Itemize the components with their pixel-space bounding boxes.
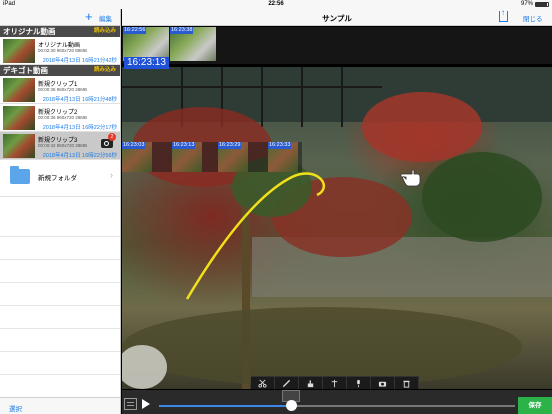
hand-pointer-icon[interactable] bbox=[400, 166, 422, 188]
share-arrow-icon: ↑ bbox=[501, 8, 505, 17]
battery-percent: 97% bbox=[520, 1, 533, 7]
section-title: デキゴト動画 bbox=[3, 66, 48, 75]
camera-lens-icon bbox=[104, 141, 109, 146]
battery-icon bbox=[535, 1, 549, 7]
folder-row[interactable]: 新規フォルダ › bbox=[0, 160, 120, 197]
folder-name: 新規フォルダ bbox=[38, 175, 77, 182]
folder-icon bbox=[10, 166, 30, 184]
section-header-clips: デキゴト動画 読み込み bbox=[0, 65, 120, 76]
video-scene bbox=[122, 67, 552, 389]
clip-meta: 00:00:36 960x720 28MB bbox=[38, 115, 88, 120]
main-editor: サンプル ↑ 閉じる 16:22:56 16:23:38 16:23:03 16… bbox=[122, 9, 552, 414]
camera-icon[interactable] bbox=[371, 377, 395, 389]
clip-meta: 00:02:30 960x720 89MB bbox=[38, 48, 88, 53]
clip-date: 2018年4月13日 16時22分56秒 bbox=[42, 153, 117, 159]
clock: 22:56 bbox=[268, 1, 284, 7]
thumbnail-timestamp: 16:22:56 bbox=[123, 27, 147, 34]
list-item[interactable]: 新規クリップ2 00:00:36 960x720 28MB 2018年4月13日… bbox=[0, 104, 120, 132]
sidebar-nav-bar: + 編集 bbox=[0, 9, 120, 26]
clip-thumbnail bbox=[3, 39, 35, 63]
list-item[interactable]: 新規クリップ1 00:00:36 960x720 28MB 2018年4月13日… bbox=[0, 76, 120, 104]
thumbnail-timestamp: 16:23:13 bbox=[172, 142, 196, 149]
scissors-icon[interactable] bbox=[251, 377, 275, 389]
clip-thumbnail bbox=[3, 78, 35, 102]
import-button[interactable]: 読み込み bbox=[94, 65, 116, 76]
sidebar-toolbar: 選択 bbox=[0, 397, 120, 414]
clip-meta: 00:00:36 960x720 28MB bbox=[38, 87, 88, 92]
clip-thumbnail bbox=[3, 106, 35, 130]
close-button[interactable]: 閉じる bbox=[523, 13, 543, 23]
section-header-original: オリジナル動画 読み込み bbox=[0, 26, 120, 37]
thumbnail-timestamp: 16:23:03 bbox=[122, 142, 146, 149]
clip-meta: 00:00:42 960x720 28MB bbox=[38, 143, 88, 148]
pin-icon[interactable] bbox=[323, 377, 347, 389]
status-bar: iPad 22:56 97% bbox=[0, 0, 552, 9]
page-title: サンプル bbox=[322, 14, 352, 23]
import-button[interactable]: 読み込み bbox=[94, 26, 116, 37]
timeline-scrubber[interactable] bbox=[159, 405, 515, 407]
trash-icon[interactable] bbox=[395, 377, 419, 389]
playback-bar bbox=[122, 390, 552, 414]
list-item-selected[interactable]: 新規クリップ3 00:00:42 960x720 28MB 2018年4月13日… bbox=[0, 132, 120, 160]
add-icon[interactable]: + bbox=[85, 9, 93, 25]
thumbnail-timestamp: 16:23:33 bbox=[268, 142, 292, 149]
select-button[interactable]: 選択 bbox=[9, 403, 22, 413]
timeline-progress bbox=[159, 405, 291, 407]
thumbnail-timestamp: 16:23:38 bbox=[170, 27, 194, 34]
sidebar: + 編集 オリジナル動画 読み込み オリジナル動画 00:02:30 960x7… bbox=[0, 9, 121, 414]
annotation-toolbar bbox=[251, 376, 419, 389]
hand-pointer-icon[interactable] bbox=[299, 377, 323, 389]
empty-list-rows bbox=[0, 214, 120, 398]
film-icon[interactable] bbox=[124, 398, 137, 410]
save-button[interactable]: 保存 bbox=[518, 397, 552, 414]
clip-thumbnail bbox=[3, 134, 35, 158]
clip-date: 2018年4月13日 16時21分42秒 bbox=[42, 58, 117, 64]
video-frame[interactable]: 16:23:03 16:23:13 16:23:29 16:23:33 bbox=[122, 67, 552, 389]
thumbnail-strip[interactable]: 16:22:56 16:23:38 bbox=[122, 27, 552, 64]
notification-badge: 2 bbox=[108, 133, 116, 141]
thumbnail-strip[interactable]: 16:23:03 16:23:13 16:23:29 16:23:33 bbox=[122, 142, 302, 172]
play-icon[interactable] bbox=[142, 399, 150, 409]
clip-date: 2018年4月13日 16時22分17秒 bbox=[42, 125, 117, 131]
battery-group: 97% bbox=[521, 1, 549, 7]
edit-button[interactable]: 編集 bbox=[99, 13, 112, 23]
section-title: オリジナル動画 bbox=[3, 27, 56, 36]
chevron-right-icon: › bbox=[110, 170, 113, 180]
thumbnail-timestamp: 16:23:29 bbox=[218, 142, 242, 149]
scrubber-handle[interactable] bbox=[285, 400, 297, 411]
clip-date: 2018年4月13日 16時21分48秒 bbox=[42, 97, 117, 103]
list-item[interactable]: オリジナル動画 00:02:30 960x720 89MB 2018年4月13日… bbox=[0, 37, 120, 65]
pencil-icon[interactable] bbox=[275, 377, 299, 389]
editor-nav-bar: サンプル ↑ 閉じる bbox=[122, 9, 552, 26]
microphone-icon[interactable] bbox=[347, 377, 371, 389]
current-timestamp: 16:23:13 bbox=[124, 57, 169, 69]
